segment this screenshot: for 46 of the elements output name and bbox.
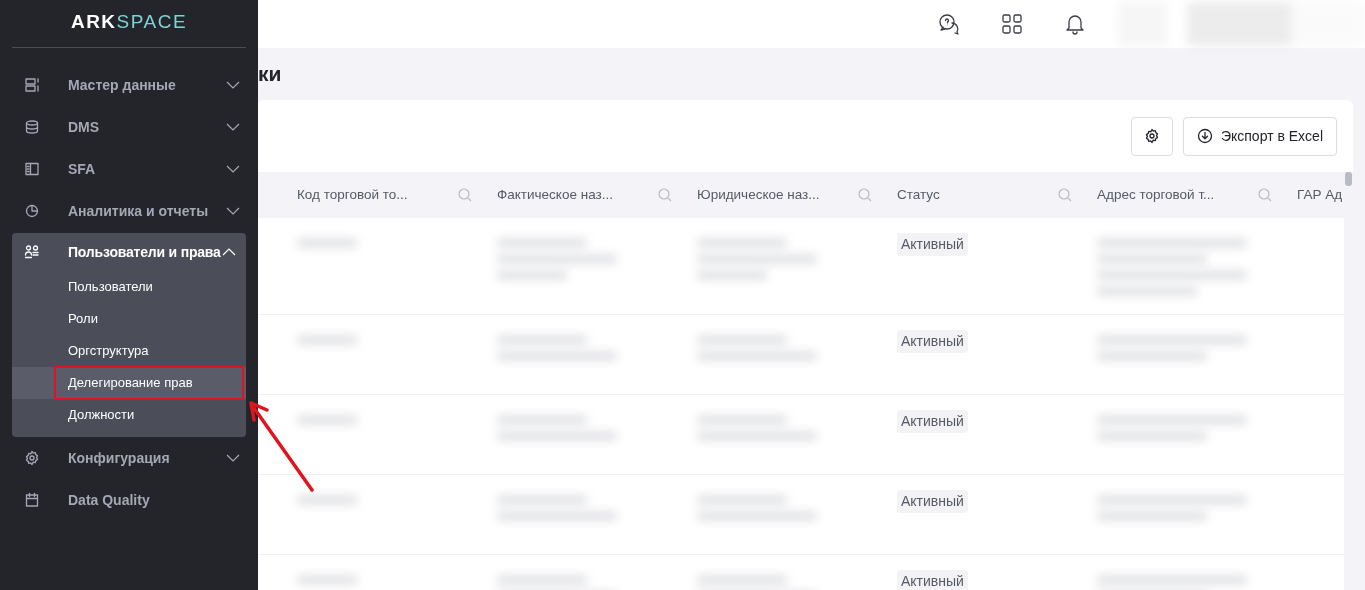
status-badge: Активный	[897, 330, 968, 353]
menu-item[interactable]: Пользователи и права	[12, 233, 246, 271]
search-icon[interactable]	[1257, 187, 1273, 203]
menu-item[interactable]: Data Quality	[0, 479, 258, 521]
column-header: Юридическое наз...	[697, 185, 820, 204]
logo-text: ARK	[70, 10, 117, 35]
search-icon[interactable]	[1057, 187, 1073, 203]
column-header: Код торговой то...	[297, 185, 408, 204]
submenu-item[interactable]: Пользователи	[12, 271, 246, 303]
status-badge: Активный	[897, 410, 968, 433]
help-chat-icon	[938, 13, 960, 35]
column-header: ГАР Ад	[1297, 185, 1343, 204]
menu-item[interactable]: SFA	[0, 148, 258, 190]
search-icon[interactable]	[657, 187, 673, 203]
menu-item[interactable]: Мастер данные	[0, 64, 258, 106]
submenu-item[interactable]: Делегирование прав	[12, 367, 246, 399]
submenu-item[interactable]: Должности	[12, 399, 246, 431]
stack-icon	[24, 77, 40, 93]
menu-item[interactable]: Конфигурация	[0, 437, 258, 479]
download-icon	[1196, 128, 1213, 144]
column-header: Статус	[897, 185, 940, 204]
submenu-item[interactable]: Роли	[12, 303, 246, 335]
menu-item[interactable]: Аналитика и отчеты	[0, 190, 258, 232]
apps-grid-icon	[1001, 13, 1023, 35]
scrollbar-thumb[interactable]	[1345, 172, 1352, 186]
search-icon[interactable]	[457, 187, 473, 203]
database-icon	[24, 119, 40, 135]
search-icon[interactable]	[857, 187, 873, 203]
pie-chart-icon	[24, 203, 40, 219]
logo-text: SPACE	[116, 10, 188, 35]
settings-button[interactable]	[1130, 116, 1173, 156]
status-badge: Активный	[897, 570, 968, 590]
status-badge: Активный	[897, 233, 968, 256]
menu-item[interactable]: DMS	[0, 106, 258, 148]
calendar-icon	[24, 492, 40, 508]
column-header: Адрес торговой т...	[1097, 185, 1215, 204]
settings-icon	[24, 450, 40, 466]
sidebar-panel-icon	[24, 161, 40, 177]
export-button[interactable]: Экспорт в Excel	[1182, 116, 1337, 156]
users-icon	[24, 244, 40, 260]
submenu-item[interactable]: Оргструктура	[12, 335, 246, 367]
settings-icon	[1143, 128, 1160, 144]
column-header: Фактическое наз...	[497, 185, 613, 204]
status-badge: Активный	[897, 490, 968, 513]
bell-icon	[1064, 13, 1086, 35]
page-title: ки	[258, 61, 283, 88]
